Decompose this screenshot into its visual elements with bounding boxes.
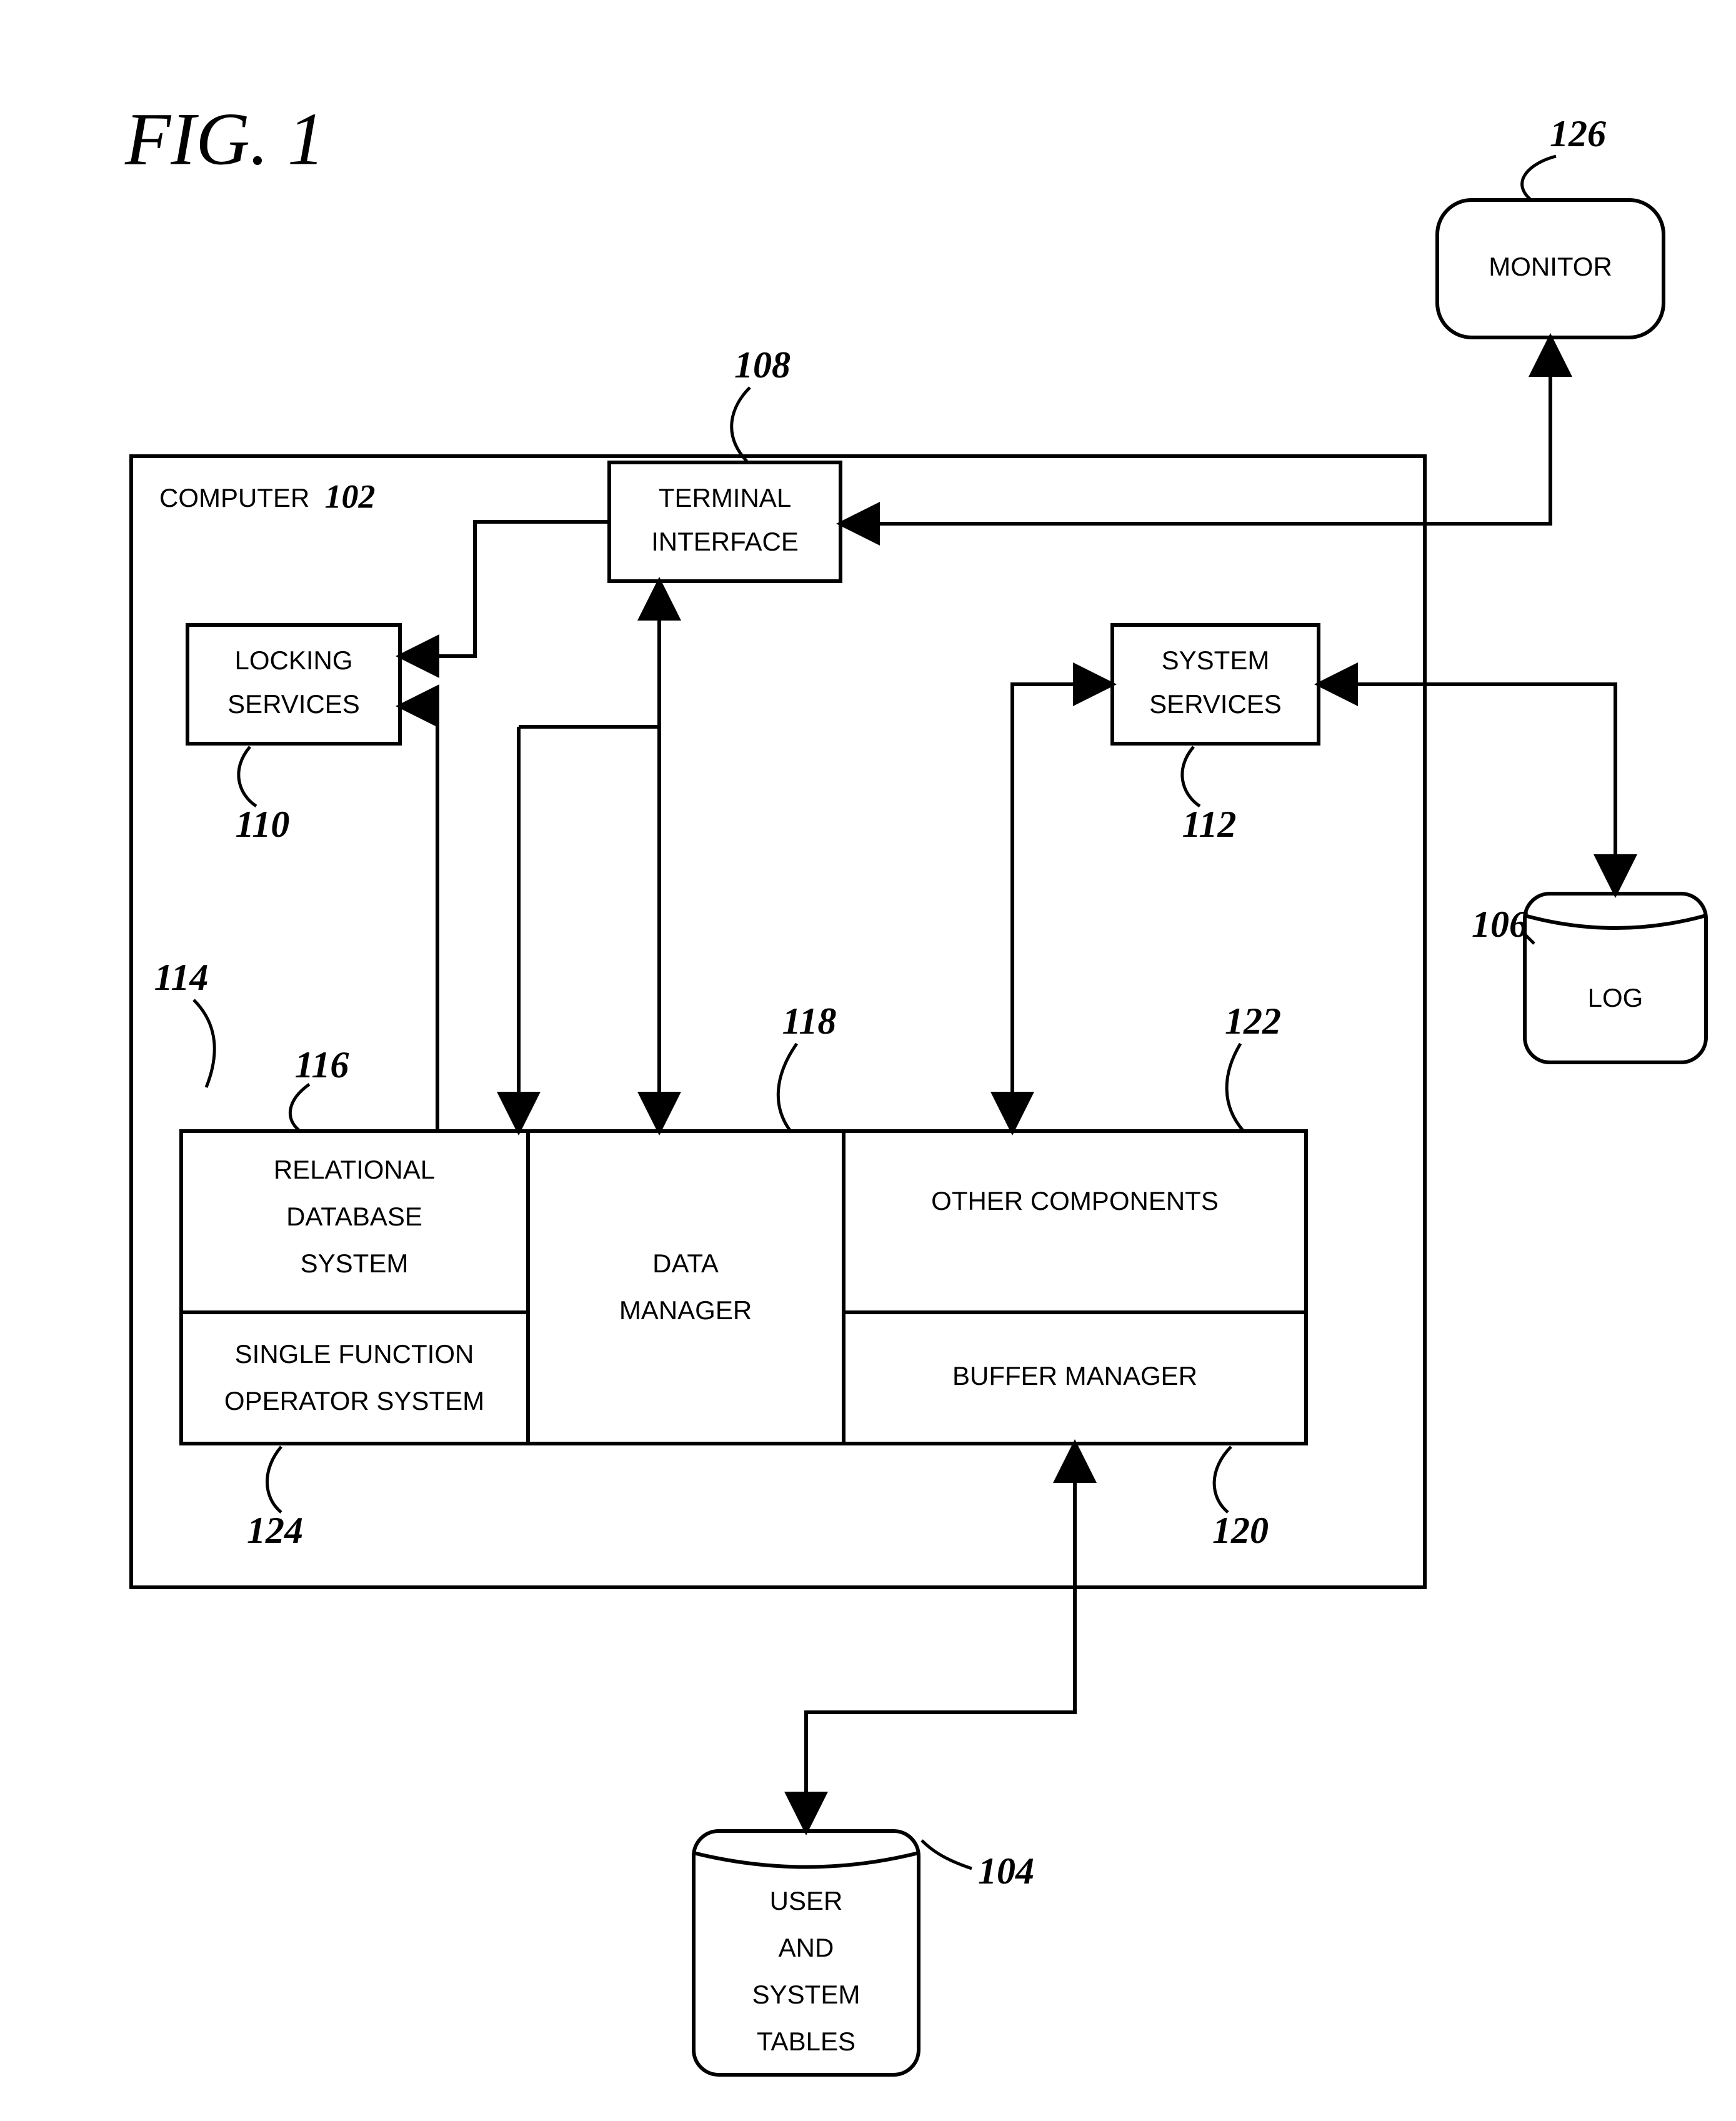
figure-title: FIG. 1 — [124, 97, 325, 181]
system-services-ref: 112 — [1182, 804, 1237, 845]
monitor-lead — [1522, 156, 1556, 200]
sfo-box — [181, 1312, 528, 1444]
user-tables-l4: TABLES — [757, 2027, 856, 2056]
system-services-l1: SYSTEM — [1162, 646, 1270, 675]
buffer-manager-label: BUFFER MANAGER — [952, 1361, 1197, 1390]
user-tables-l3: SYSTEM — [752, 1980, 861, 2009]
system-services-box — [1112, 625, 1319, 744]
rds-l2: DATABASE — [286, 1202, 422, 1231]
terminal-interface-l1: TERMINAL — [659, 483, 791, 512]
rds-l1: RELATIONAL — [274, 1155, 435, 1184]
sfo-l1: SINGLE FUNCTION — [235, 1339, 474, 1369]
locking-services-l2: SERVICES — [227, 689, 360, 719]
terminal-interface-l2: INTERFACE — [651, 527, 799, 556]
computer-label: COMPUTER — [159, 483, 309, 512]
system-services-l2: SERVICES — [1149, 689, 1282, 719]
data-manager-l1: DATA — [652, 1249, 719, 1278]
sfo-l2: OPERATOR SYSTEM — [224, 1386, 484, 1415]
terminal-interface-box — [609, 462, 841, 581]
data-manager-ref: 118 — [782, 1001, 837, 1042]
rds-ref: 116 — [295, 1044, 349, 1085]
log-ref: 106 — [1472, 904, 1528, 945]
other-components-ref: 122 — [1225, 1001, 1281, 1042]
other-components-label: OTHER COMPONENTS — [931, 1186, 1219, 1215]
rds-l3: SYSTEM — [301, 1249, 409, 1278]
sfo-ref: 124 — [247, 1510, 303, 1551]
log-cylinder — [1525, 894, 1706, 1062]
buffer-manager-ref: 120 — [1212, 1510, 1269, 1551]
user-tables-lead — [922, 1840, 972, 1869]
locking-services-ref: 110 — [236, 804, 290, 845]
terminal-interface-lead — [732, 387, 750, 461]
user-tables-l1: USER — [770, 1886, 843, 1915]
locking-services-l1: LOCKING — [234, 646, 352, 675]
terminal-interface-ref: 108 — [734, 344, 791, 386]
monitor-ref: 126 — [1550, 113, 1606, 154]
computer-ref: 102 — [325, 477, 376, 515]
log-label: LOG — [1588, 983, 1644, 1012]
subsystem-ref: 114 — [154, 957, 209, 998]
other-components-box — [844, 1131, 1306, 1312]
monitor-label: MONITOR — [1489, 252, 1612, 281]
data-manager-l2: MANAGER — [619, 1295, 752, 1325]
locking-services-box — [187, 625, 400, 744]
user-tables-ref: 104 — [978, 1850, 1034, 1892]
user-tables-l2: AND — [779, 1933, 834, 1962]
data-manager-box — [528, 1131, 844, 1444]
